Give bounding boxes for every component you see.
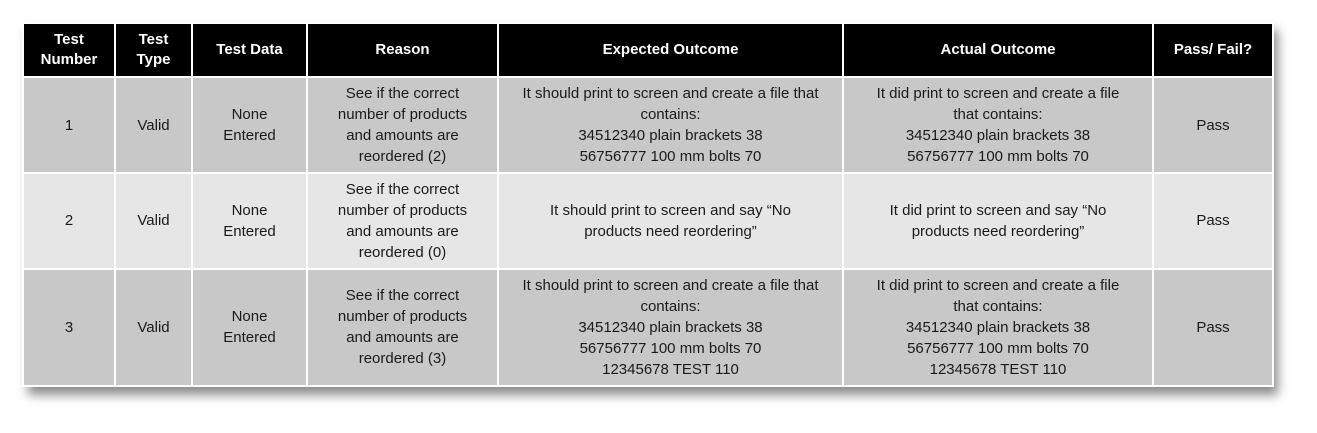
cell-actual-outcome: It did print to screen and create a file…: [842, 267, 1154, 388]
cell-test-data: None Entered: [191, 75, 308, 175]
header-test-type: Test Type: [114, 22, 193, 78]
header-expected-outcome: Expected Outcome: [497, 22, 844, 78]
cell-test-type: Valid: [114, 267, 193, 388]
cell-expected-outcome: It should print to screen and say “No pr…: [497, 172, 844, 270]
header-test-number: Test Number: [22, 22, 116, 78]
test-table-frame: Test Number Test Type Test Data Reason E…: [22, 22, 1274, 388]
cell-pass-fail: Pass: [1152, 267, 1274, 388]
cell-actual-outcome: It did print to screen and say “No produ…: [842, 172, 1154, 270]
cell-reason: See if the correct number of products an…: [306, 172, 499, 270]
header-reason: Reason: [306, 22, 499, 78]
cell-test-number: 1: [22, 75, 116, 175]
cell-actual-outcome: It did print to screen and create a file…: [842, 75, 1154, 175]
cell-pass-fail: Pass: [1152, 172, 1274, 270]
cell-reason: See if the correct number of products an…: [306, 75, 499, 175]
header-test-data: Test Data: [191, 22, 308, 78]
cell-test-number: 3: [22, 267, 116, 388]
cell-expected-outcome: It should print to screen and create a f…: [497, 267, 844, 388]
table-row: 3 Valid None Entered See if the correct …: [22, 267, 1274, 388]
cell-test-data: None Entered: [191, 172, 308, 270]
cell-reason: See if the correct number of products an…: [306, 267, 499, 388]
cell-test-type: Valid: [114, 75, 193, 175]
cell-test-data: None Entered: [191, 267, 308, 388]
table-row: 1 Valid None Entered See if the correct …: [22, 75, 1274, 175]
cell-test-number: 2: [22, 172, 116, 270]
header-row: Test Number Test Type Test Data Reason E…: [22, 22, 1274, 78]
header-actual-outcome: Actual Outcome: [842, 22, 1154, 78]
cell-test-type: Valid: [114, 172, 193, 270]
cell-pass-fail: Pass: [1152, 75, 1274, 175]
cell-expected-outcome: It should print to screen and create a f…: [497, 75, 844, 175]
header-pass-fail: Pass/ Fail?: [1152, 22, 1274, 78]
test-plan-table: Test Number Test Type Test Data Reason E…: [22, 22, 1274, 388]
table-row: 2 Valid None Entered See if the correct …: [22, 172, 1274, 270]
